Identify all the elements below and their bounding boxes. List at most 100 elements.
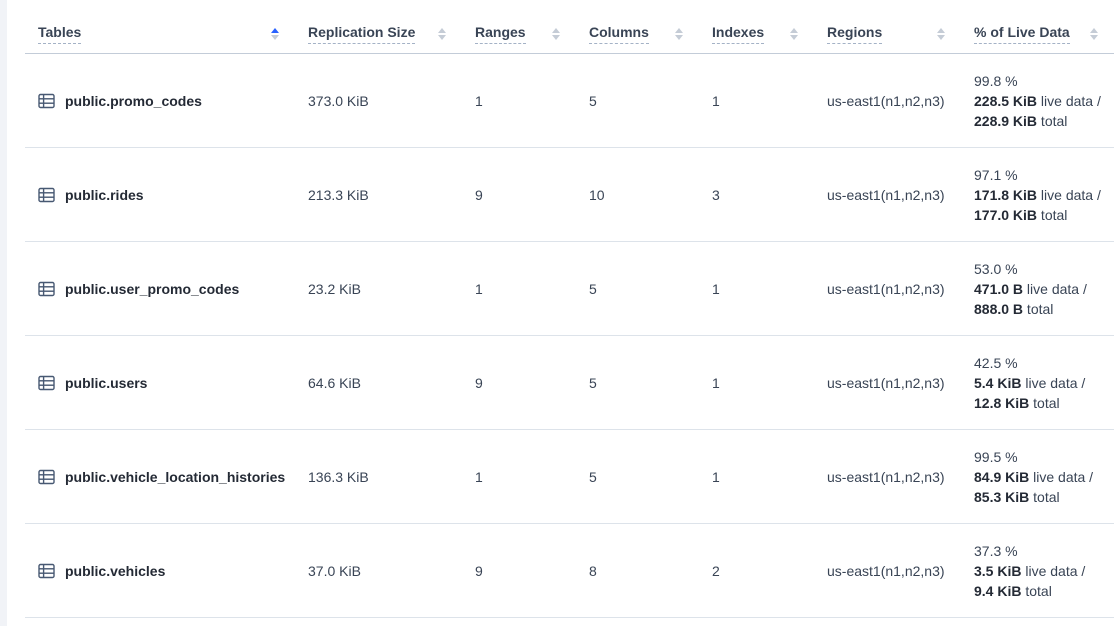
ranges-cell: 9 [462, 563, 576, 579]
page-gutter [0, 0, 7, 626]
regions-cell: us-east1(n1,n2,n3) [814, 563, 961, 579]
columns-cell: 8 [576, 563, 699, 579]
table-icon [38, 187, 55, 203]
column-header-regions[interactable]: Regions [814, 16, 961, 53]
percent-live-data-cell: 53.0 % 471.0 B live data / 888.0 B total [961, 259, 1114, 319]
table-row[interactable]: public.vehicle_location_histories 136.3 … [25, 430, 1114, 524]
sort-icon[interactable] [438, 28, 446, 40]
columns-cell: 5 [576, 93, 699, 109]
total-data-size: 177.0 KiB total [974, 205, 1104, 225]
percent-live-data-cell: 97.1 % 171.8 KiB live data / 177.0 KiB t… [961, 165, 1114, 225]
column-header-label: Regions [827, 24, 882, 44]
live-data-percent: 53.0 % [974, 259, 1104, 279]
table-row[interactable]: public.promo_codes 373.0 KiB 1 5 1 us-ea… [25, 54, 1114, 148]
ranges-cell: 1 [462, 93, 576, 109]
column-header-ranges[interactable]: Ranges [462, 16, 576, 53]
total-data-size: 228.9 KiB total [974, 111, 1104, 131]
table-name-cell: public.users [25, 375, 295, 391]
live-data-size: 471.0 B live data / [974, 279, 1104, 299]
regions-cell: us-east1(n1,n2,n3) [814, 281, 961, 297]
indexes-cell: 1 [699, 281, 814, 297]
table-name-link[interactable]: public.users [65, 375, 147, 391]
percent-live-data-cell: 42.5 % 5.4 KiB live data / 12.8 KiB tota… [961, 353, 1114, 413]
sort-desc-icon [937, 35, 945, 40]
column-header-replication-size[interactable]: Replication Size [295, 16, 462, 53]
column-header-label: Ranges [475, 24, 526, 44]
sort-desc-icon [1090, 35, 1098, 40]
ranges-cell: 1 [462, 469, 576, 485]
sort-desc-icon [675, 35, 683, 40]
table-name-cell: public.vehicles [25, 563, 295, 579]
total-data-size: 12.8 KiB total [974, 393, 1104, 413]
table-name-link[interactable]: public.vehicle_location_histories [65, 469, 285, 485]
column-header-label: % of Live Data [974, 24, 1070, 44]
total-data-size: 9.4 KiB total [974, 581, 1104, 601]
columns-cell: 5 [576, 281, 699, 297]
column-header-percent-live-data[interactable]: % of Live Data [961, 16, 1114, 53]
sort-icon[interactable] [675, 28, 683, 40]
table-name-link[interactable]: public.vehicles [65, 563, 165, 579]
table-icon [38, 93, 55, 109]
live-data-size: 171.8 KiB live data / [974, 185, 1104, 205]
table-name-link[interactable]: public.user_promo_codes [65, 281, 239, 297]
replication-size-cell: 373.0 KiB [295, 93, 462, 109]
live-data-percent: 37.3 % [974, 541, 1104, 561]
table-icon [38, 281, 55, 297]
sort-icon[interactable] [1090, 28, 1098, 40]
total-data-size: 888.0 B total [974, 299, 1104, 319]
sort-asc-icon [271, 28, 279, 33]
table-name-link[interactable]: public.rides [65, 187, 144, 203]
column-header-tables[interactable]: Tables [25, 16, 295, 53]
sort-icon[interactable] [271, 28, 279, 40]
live-data-percent: 99.5 % [974, 447, 1104, 467]
live-data-size: 84.9 KiB live data / [974, 467, 1104, 487]
sort-asc-icon [675, 28, 683, 33]
live-data-size: 5.4 KiB live data / [974, 373, 1104, 393]
table-name-link[interactable]: public.promo_codes [65, 93, 202, 109]
sort-asc-icon [1090, 28, 1098, 33]
sort-icon[interactable] [937, 28, 945, 40]
table-name-cell: public.vehicle_location_histories [25, 469, 295, 485]
columns-cell: 10 [576, 187, 699, 203]
total-data-size: 85.3 KiB total [974, 487, 1104, 507]
table-name-cell: public.promo_codes [25, 93, 295, 109]
table-row[interactable]: public.rides 213.3 KiB 9 10 3 us-east1(n… [25, 148, 1114, 242]
sort-asc-icon [937, 28, 945, 33]
table-row[interactable]: public.vehicles 37.0 KiB 9 8 2 us-east1(… [25, 524, 1114, 618]
table-body: public.promo_codes 373.0 KiB 1 5 1 us-ea… [25, 54, 1114, 618]
table-row[interactable]: public.user_promo_codes 23.2 KiB 1 5 1 u… [25, 242, 1114, 336]
indexes-cell: 3 [699, 187, 814, 203]
sort-icon[interactable] [790, 28, 798, 40]
columns-cell: 5 [576, 469, 699, 485]
live-data-percent: 97.1 % [974, 165, 1104, 185]
table-name-cell: public.user_promo_codes [25, 281, 295, 297]
sort-asc-icon [438, 28, 446, 33]
sort-icon[interactable] [552, 28, 560, 40]
live-data-size: 3.5 KiB live data / [974, 561, 1104, 581]
live-data-percent: 99.8 % [974, 71, 1104, 91]
indexes-cell: 1 [699, 375, 814, 391]
tables-list: Tables Replication Size Ranges Columns I… [25, 16, 1114, 618]
table-name-cell: public.rides [25, 187, 295, 203]
column-header-label: Replication Size [308, 24, 415, 44]
replication-size-cell: 213.3 KiB [295, 187, 462, 203]
replication-size-cell: 23.2 KiB [295, 281, 462, 297]
replication-size-cell: 64.6 KiB [295, 375, 462, 391]
column-header-indexes[interactable]: Indexes [699, 16, 814, 53]
column-header-columns[interactable]: Columns [576, 16, 699, 53]
table-row[interactable]: public.users 64.6 KiB 9 5 1 us-east1(n1,… [25, 336, 1114, 430]
indexes-cell: 1 [699, 469, 814, 485]
percent-live-data-cell: 99.8 % 228.5 KiB live data / 228.9 KiB t… [961, 71, 1114, 131]
percent-live-data-cell: 99.5 % 84.9 KiB live data / 85.3 KiB tot… [961, 447, 1114, 507]
sort-desc-icon [271, 35, 279, 40]
column-header-label: Tables [38, 24, 81, 44]
percent-live-data-cell: 37.3 % 3.5 KiB live data / 9.4 KiB total [961, 541, 1114, 601]
table-icon [38, 375, 55, 391]
indexes-cell: 1 [699, 93, 814, 109]
ranges-cell: 9 [462, 187, 576, 203]
replication-size-cell: 37.0 KiB [295, 563, 462, 579]
sort-desc-icon [552, 35, 560, 40]
table-icon [38, 469, 55, 485]
table-header-row: Tables Replication Size Ranges Columns I… [25, 16, 1114, 54]
ranges-cell: 1 [462, 281, 576, 297]
